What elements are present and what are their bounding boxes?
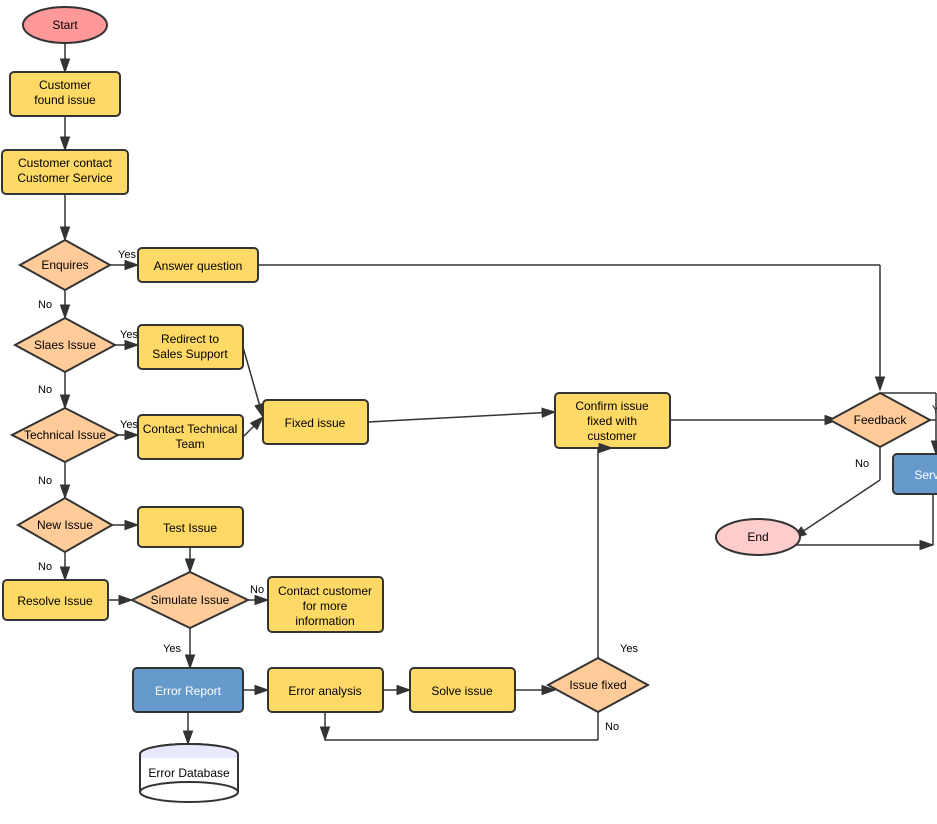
issue-fixed-yes: Yes <box>620 643 638 655</box>
simulate-yes: Yes <box>163 643 181 655</box>
svg-text:found issue: found issue <box>34 93 96 107</box>
start-label: Start <box>52 18 78 32</box>
svg-text:customer: customer <box>587 429 636 443</box>
enquires-yes: Yes <box>118 249 136 261</box>
test-issue-label: Test Issue <box>163 521 217 535</box>
fixed-issue-label: Fixed issue <box>285 416 346 430</box>
issue-fixed-no: No <box>605 721 619 733</box>
customer-found-label: Customer <box>39 78 91 92</box>
svg-text:Sales Support: Sales Support <box>152 347 228 361</box>
resolve-issue-label: Resolve Issue <box>17 594 93 608</box>
svg-text:fixed with: fixed with <box>587 414 637 428</box>
end-label: End <box>747 530 768 544</box>
new-issue-no: No <box>38 561 52 573</box>
survey-label: Servey <box>914 468 937 482</box>
error-report-label: Error Report <box>155 684 222 698</box>
simulate-issue-label: Simulate Issue <box>151 593 230 607</box>
answer-question-label: Answer question <box>154 259 243 273</box>
svg-text:for more: for more <box>303 599 348 613</box>
svg-text:Team: Team <box>175 437 204 451</box>
solve-issue-label: Solve issue <box>431 684 493 698</box>
simulate-no: No <box>250 584 264 596</box>
svg-text:information: information <box>295 614 354 628</box>
enquires-no: No <box>38 299 52 311</box>
customer-contact-label: Customer contact <box>18 156 113 170</box>
redirect-sales-label: Redirect to <box>161 332 219 346</box>
technical-yes: Yes <box>120 419 138 431</box>
svg-text:Customer Service: Customer Service <box>17 171 113 185</box>
error-analysis-label: Error analysis <box>288 684 361 698</box>
feedback-label: Feedback <box>854 413 908 427</box>
slaes-no: No <box>38 384 52 396</box>
confirm-issue-label: Confirm issue <box>575 399 649 413</box>
technical-no: No <box>38 475 52 487</box>
error-database-label: Error Database <box>148 766 230 780</box>
contact-technical-label: Contact Technical <box>143 422 238 436</box>
contact-customer-label: Contact customer <box>278 584 372 598</box>
technical-issue-label: Technical Issue <box>24 428 106 442</box>
slaes-yes: Yes <box>120 329 138 341</box>
new-issue-label: New Issue <box>37 518 93 532</box>
feedback-no: No <box>855 458 869 470</box>
issue-fixed-label: Issue fixed <box>569 678 626 692</box>
slaes-issue-label: Slaes Issue <box>34 338 96 352</box>
enquires-label: Enquires <box>41 258 88 272</box>
